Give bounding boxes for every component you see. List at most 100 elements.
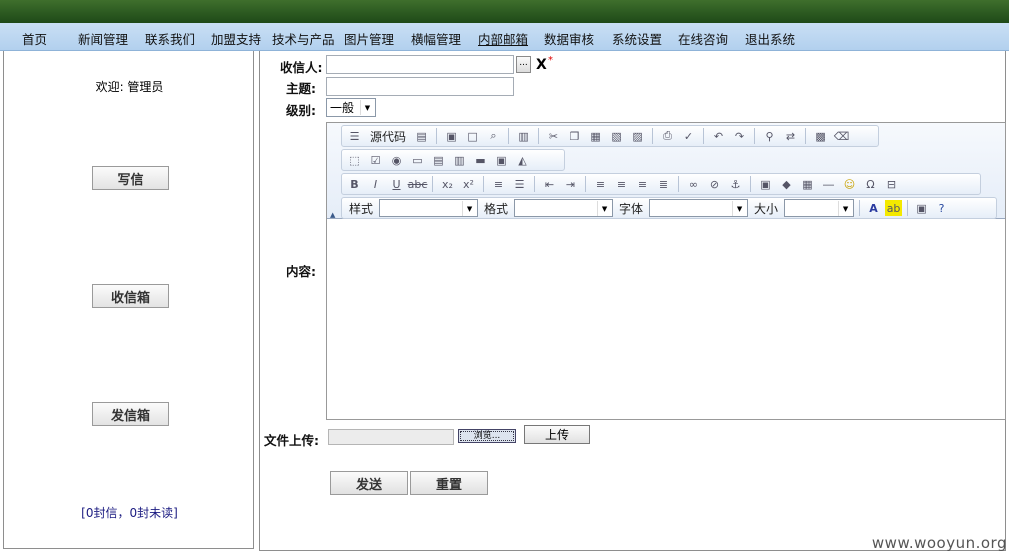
image-icon[interactable]: ▣ — [757, 176, 774, 192]
preview-icon[interactable]: ⌕ — [485, 128, 502, 144]
recipient-input[interactable] — [326, 55, 514, 74]
nav-item-tech[interactable]: 技术与产品 — [272, 29, 335, 48]
find-icon[interactable]: ⚲ — [761, 128, 778, 144]
toolbar-separator — [652, 128, 654, 144]
bullet-list-icon[interactable]: ☰ — [511, 176, 528, 192]
undo-icon[interactable]: ↶ — [710, 128, 727, 144]
style-label: 样式 — [349, 201, 374, 216]
anchor-icon[interactable]: ⚓ — [727, 176, 744, 192]
format-select[interactable]: ▼ — [514, 199, 614, 217]
watermark: www.wooyun.org — [871, 534, 1007, 552]
superscript-icon[interactable]: x² — [460, 176, 477, 192]
text-color-icon[interactable]: A — [865, 200, 882, 216]
link-icon[interactable]: ∞ — [685, 176, 702, 192]
maximize-icon[interactable]: ▣ — [913, 200, 930, 216]
subscript-icon[interactable]: x₂ — [439, 176, 456, 192]
toolbar-separator — [538, 128, 540, 144]
nav-item-audit[interactable]: 数据审核 — [544, 29, 594, 48]
collapse-toolbar-icon[interactable]: ▲ — [330, 211, 335, 219]
paste-icon[interactable]: ▦ — [587, 128, 604, 144]
sidebar: 欢迎: 管理员 写信 收信箱 发信箱 [0封信，0封未读] — [3, 51, 254, 549]
italic-icon[interactable]: I — [367, 176, 384, 192]
unlink-icon[interactable]: ⊘ — [706, 176, 723, 192]
recipient-picker-button[interactable]: ... — [516, 56, 531, 73]
source-button[interactable]: 源代码 — [367, 128, 409, 145]
font-select[interactable]: ▼ — [649, 199, 749, 217]
align-left-icon[interactable]: ≡ — [592, 176, 609, 192]
paste-text-icon[interactable]: ▧ — [608, 128, 625, 144]
underline-icon[interactable]: U — [388, 176, 405, 192]
outdent-icon[interactable]: ⇤ — [541, 176, 558, 192]
paste-word-icon[interactable]: ▨ — [629, 128, 646, 144]
cut-icon[interactable]: ✂ — [545, 128, 562, 144]
templates-icon[interactable]: ▤ — [413, 128, 430, 144]
style-select[interactable]: ▼ — [379, 199, 479, 217]
print-icon[interactable]: ⎙ — [659, 128, 676, 144]
compose-form: 收信人: ... X * 主题: 级别: 一般 ▼ 内容: ☰ 源代码 ▤ ▣ … — [259, 51, 1006, 551]
text-field-icon[interactable]: ▭ — [409, 152, 426, 168]
send-button[interactable]: 发送 — [330, 471, 408, 495]
nav-item-franchise[interactable]: 加盟支持 — [211, 29, 261, 48]
new-page-icon[interactable]: □ — [464, 128, 481, 144]
inbox-button[interactable]: 收信箱 — [92, 284, 169, 308]
hidden-field-icon[interactable]: ◭ — [514, 152, 531, 168]
textarea-icon[interactable]: ▤ — [430, 152, 447, 168]
nav-item-home[interactable]: 首页 — [22, 29, 47, 48]
radio-icon[interactable]: ◉ — [388, 152, 405, 168]
upload-button[interactable]: 上传 — [524, 425, 590, 444]
outbox-button[interactable]: 发信箱 — [92, 402, 169, 426]
checkbox-icon[interactable]: ☑ — [367, 152, 384, 168]
select-all-icon[interactable]: ▩ — [812, 128, 829, 144]
indent-icon[interactable]: ⇥ — [562, 176, 579, 192]
source-icon[interactable]: ☰ — [346, 128, 363, 144]
special-char-icon[interactable]: Ω — [862, 176, 879, 192]
flash-icon[interactable]: ◆ — [778, 176, 795, 192]
table-icon[interactable]: ▦ — [799, 176, 816, 192]
document-icon[interactable]: ▥ — [515, 128, 532, 144]
nav-item-images[interactable]: 图片管理 — [344, 29, 394, 48]
size-select[interactable]: ▼ — [784, 199, 855, 217]
write-button[interactable]: 写信 — [92, 166, 169, 190]
page-break-icon[interactable]: ⊟ — [883, 176, 900, 192]
nav-item-mailbox[interactable]: 内部邮箱 — [478, 29, 528, 48]
highlight-color-icon[interactable]: ab — [885, 200, 903, 216]
align-right-icon[interactable]: ≡ — [634, 176, 651, 192]
remove-format-icon[interactable]: ⌫ — [833, 128, 850, 144]
copy-icon[interactable]: ❐ — [566, 128, 583, 144]
clear-recipient-icon[interactable]: X — [536, 57, 547, 73]
nav-item-settings[interactable]: 系统设置 — [612, 29, 662, 48]
mail-count: [0封信，0封未读] — [81, 506, 178, 520]
nav-item-consult[interactable]: 在线咨询 — [678, 29, 728, 48]
image-button-icon[interactable]: ▣ — [493, 152, 510, 168]
ordered-list-icon[interactable]: ≡ — [490, 176, 507, 192]
browse-button[interactable]: 浏览... — [458, 429, 516, 443]
bold-icon[interactable]: B — [346, 176, 363, 192]
toolbar-row-3: B I U abc x₂ x² ≡ ☰ ⇤ ⇥ ≡ ≡ ≡ ≣ ∞ ⊘ ⚓ ▣ … — [341, 173, 981, 195]
toolbar-separator — [754, 128, 756, 144]
nav-item-banners[interactable]: 横幅管理 — [411, 29, 461, 48]
toolbar-separator — [750, 176, 751, 192]
strike-icon[interactable]: abc — [408, 176, 428, 192]
header-banner — [0, 0, 1009, 23]
nav-item-contact[interactable]: 联系我们 — [145, 29, 195, 48]
level-select[interactable]: 一般 ▼ — [326, 98, 376, 117]
editor-content-area[interactable] — [327, 220, 1005, 419]
horizontal-rule-icon[interactable]: ― — [820, 176, 837, 192]
button-field-icon[interactable]: ▬ — [472, 152, 489, 168]
replace-icon[interactable]: ⇄ — [782, 128, 799, 144]
toolbar-row-1: ☰ 源代码 ▤ ▣ □ ⌕ ▥ ✂ ❐ ▦ ▧ ▨ ⎙ ✓ ↶ ↷ ⚲ ⇄ ▩ … — [341, 125, 879, 147]
help-icon[interactable]: ? — [933, 200, 950, 216]
nav-item-logout[interactable]: 退出系统 — [745, 29, 795, 48]
form-icon[interactable]: ⬚ — [346, 152, 363, 168]
nav-item-news[interactable]: 新闻管理 — [78, 29, 128, 48]
select-field-icon[interactable]: ▥ — [451, 152, 468, 168]
reset-button[interactable]: 重置 — [410, 471, 488, 495]
redo-icon[interactable]: ↷ — [731, 128, 748, 144]
justify-icon[interactable]: ≣ — [655, 176, 672, 192]
spellcheck-icon[interactable]: ✓ — [680, 128, 697, 144]
file-path-input[interactable] — [328, 429, 454, 445]
subject-input[interactable] — [326, 77, 514, 96]
smiley-icon[interactable]: ☺ — [841, 176, 858, 192]
save-icon[interactable]: ▣ — [443, 128, 460, 144]
align-center-icon[interactable]: ≡ — [613, 176, 630, 192]
